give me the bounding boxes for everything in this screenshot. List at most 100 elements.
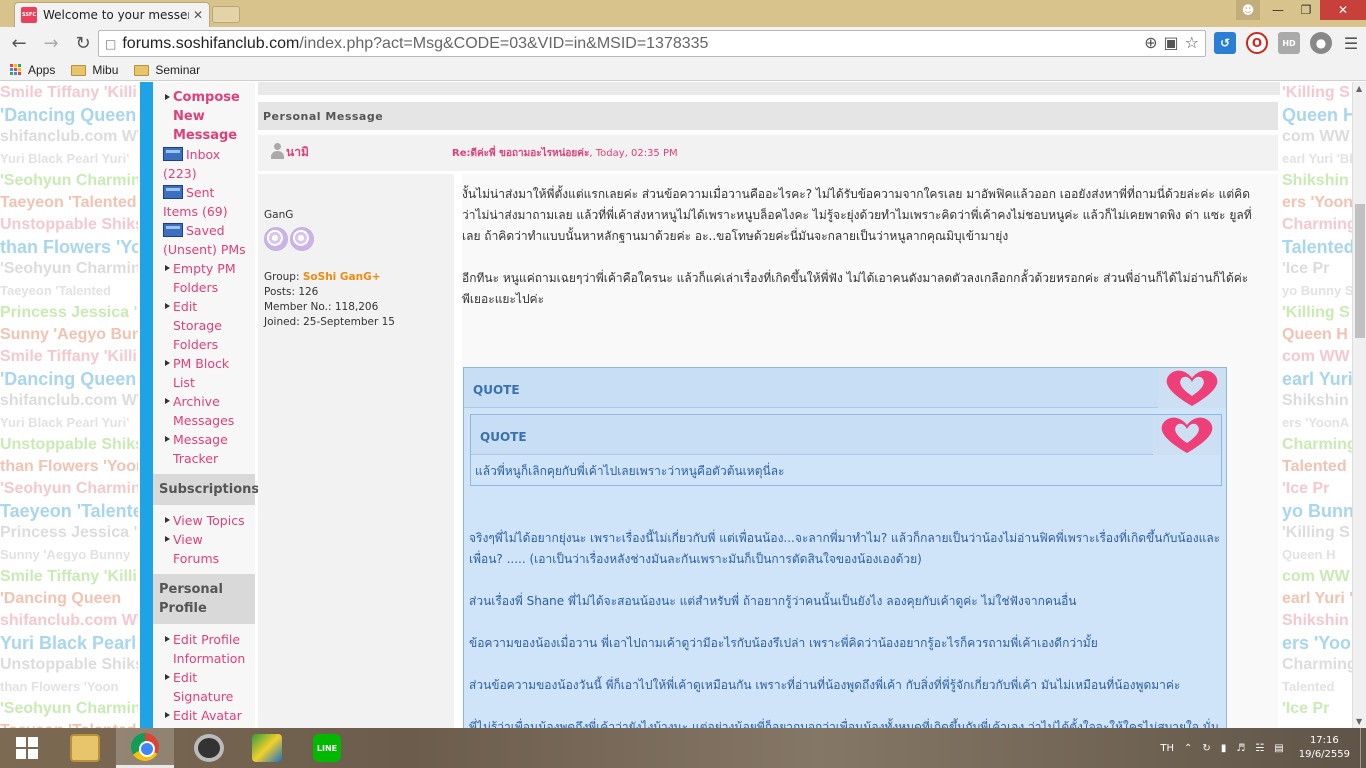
language-indicator[interactable]: TH — [1160, 743, 1174, 754]
browser-toolbar: ← → ↻ □ forums.soshifanclub.com/index.ph… — [0, 27, 1366, 60]
background-text-line: Queen H — [1282, 105, 1352, 125]
background-text-line: 'Dancing Queen — [0, 590, 122, 607]
taskbar-app[interactable] — [180, 728, 238, 768]
background-text-line: Talented — [1282, 458, 1347, 475]
page-scrollbar[interactable]: ▲ ▼ — [1352, 82, 1366, 728]
bookmark-seminar[interactable]: Seminar — [134, 63, 200, 77]
bookmark-star-icon[interactable]: ☆ — [1185, 33, 1199, 52]
poster-name-link[interactable]: นามิ — [286, 143, 309, 162]
background-text-line: Sunny 'Aegyo Bunny — [0, 326, 138, 343]
taskbar-media[interactable] — [238, 728, 296, 768]
close-tab-icon[interactable]: ✕ — [193, 8, 203, 22]
top-strip — [258, 82, 1280, 95]
scrollbar-thumb[interactable] — [1355, 204, 1365, 338]
taskbar-chrome[interactable] — [116, 728, 174, 768]
background-text-line: 'Killing S — [1282, 84, 1350, 101]
background-text-line: 'Seohyun Charming — [0, 260, 138, 277]
browser-tab[interactable]: SSFC Welcome to your messenc ✕ — [14, 2, 210, 27]
forward-button[interactable]: → — [38, 31, 64, 57]
member-posts: Posts: 126 — [264, 286, 319, 298]
background-text-line: Princess Jessica 'Ice — [0, 304, 138, 321]
address-bar[interactable]: □ forums.soshifanclub.com/index.php?act=… — [98, 30, 1206, 57]
heart-logo-icon — [1158, 368, 1226, 408]
background-text-line: ers 'YoonA — [1282, 633, 1352, 653]
mailbox-icon — [163, 147, 183, 161]
edit-signature-link[interactable]: Edit Signature — [163, 668, 249, 706]
background-text-line: Queen H — [1282, 326, 1348, 343]
background-text-line: than Flowers 'Yoon — [0, 679, 119, 694]
rank-badges — [264, 227, 448, 256]
edit-storage-folders-link[interactable]: Edit Storage Folders — [163, 297, 249, 354]
network-icon[interactable]: ☵ — [1255, 743, 1264, 754]
inbox-link[interactable]: Inbox (223) — [163, 145, 249, 183]
edit-profile-link[interactable]: Edit Profile Information — [163, 630, 249, 668]
media-icon — [252, 734, 282, 762]
subscriptions-header: Subscriptions — [153, 474, 259, 505]
start-button[interactable] — [0, 728, 54, 768]
minimize-button[interactable]: — — [1264, 0, 1292, 20]
member-title: GanG — [264, 209, 294, 221]
extension-sync-icon[interactable]: ↺ — [1214, 32, 1236, 54]
quote-text: จริงๆพี่ไม่ได้อยากยุ่งนะ เพราะเรื่องนี้ไ… — [469, 528, 1225, 728]
personal-profile-header: Personal Profile — [153, 574, 255, 624]
edit-avatar-link[interactable]: Edit Avatar Settings — [163, 706, 249, 728]
sent-items-link[interactable]: Sent Items (69) — [163, 183, 249, 221]
reload-button[interactable]: ↻ — [70, 31, 96, 57]
member-number: Member No.: 118,206 — [264, 301, 379, 313]
background-pattern-right: 'Killing S Queen H com WW earl Yuri 'Bl Shik… — [1282, 82, 1352, 728]
background-text-line: 'Killing S — [1282, 304, 1350, 321]
line-icon: LINE — [313, 734, 341, 762]
message-body: งั้นไม่น่าส่งมาให้พี่ตั้งแต่แรกเลยค่ะ ส่… — [462, 174, 1278, 728]
background-text-line: 'Dancing Queen — [0, 369, 137, 389]
background-text-line: Yuri Black Pearl Yuri' — [0, 151, 130, 166]
opera-extension-icon[interactable]: O — [1246, 32, 1268, 54]
translate-icon[interactable]: ▣ — [1164, 33, 1179, 52]
background-text-line: Shikshin 'Sh — [1282, 612, 1352, 629]
background-text-line: Taeyeon 'Talented — [0, 194, 137, 211]
site-favicon-icon: SSFC — [21, 7, 37, 23]
nested-quote-header: QUOTE — [471, 415, 1221, 455]
close-window-button[interactable]: ✕ — [1320, 0, 1366, 20]
view-forums-link[interactable]: View Forums — [163, 530, 249, 568]
pm-block-list-link[interactable]: PM Block List — [163, 354, 249, 392]
hd-extension-icon[interactable]: HD — [1278, 32, 1300, 54]
bookmark-apps[interactable]: Apps — [10, 63, 55, 77]
page-info-icon[interactable]: □ — [105, 37, 116, 51]
personal-message-header: Personal Message — [258, 102, 1278, 130]
message-tracker-link[interactable]: Message Tracker — [163, 430, 249, 468]
zoom-icon[interactable]: ⊕ — [1144, 33, 1157, 52]
taskbar-file-explorer[interactable] — [56, 728, 114, 768]
battery-icon[interactable]: ▮ — [1221, 743, 1227, 754]
bookmark-mibu[interactable]: Mibu — [71, 63, 118, 77]
chrome-menu-icon[interactable]: ☰ — [1340, 32, 1362, 54]
new-tab-button[interactable] — [212, 6, 240, 23]
compose-new-message-link[interactable]: Compose New Message — [163, 88, 249, 145]
message-content: Personal Message นามิ Re:ดีค่ะพี่ ขอถามอ… — [258, 82, 1280, 728]
saved-pms-link[interactable]: Saved (Unsent) PMs — [163, 221, 249, 259]
maximize-button[interactable]: ❐ — [1292, 0, 1320, 20]
clock[interactable]: 17:16 19/6/2559 — [1299, 734, 1350, 762]
apps-grid-icon — [10, 64, 22, 76]
background-text-line: com WW — [1282, 568, 1350, 585]
sidebar-accent-bar — [140, 82, 153, 728]
globe-extension-icon[interactable]: ● — [1310, 32, 1332, 54]
empty-pm-folders-link[interactable]: Empty PM Folders — [163, 259, 249, 297]
windows-taskbar: LINE TH ⌃ ↻ ▮ ♬ ☵ ▤ 17:16 19/6/2559 — [0, 728, 1366, 768]
candy-badge-icon — [264, 227, 288, 251]
archive-messages-link[interactable]: Archive Messages — [163, 392, 249, 430]
background-text-line: Charming — [1282, 656, 1352, 673]
sync-icon[interactable]: ↻ — [1202, 743, 1210, 754]
volume-icon[interactable]: ♬ — [1236, 743, 1245, 754]
taskbar-line[interactable]: LINE — [298, 728, 356, 768]
chevron-up-icon[interactable]: ⌃ — [1184, 743, 1192, 754]
scroll-down-icon[interactable]: ▼ — [1356, 717, 1362, 726]
scroll-up-icon[interactable]: ▲ — [1356, 84, 1362, 93]
action-center-icon[interactable]: ▤ — [1274, 743, 1283, 754]
view-topics-link[interactable]: View Topics — [163, 511, 249, 530]
background-text-line: Sunny 'Aegyo Bunny — [0, 547, 131, 562]
user-profile-icon[interactable]: ☻ — [1236, 0, 1260, 20]
back-button[interactable]: ← — [6, 31, 32, 57]
background-text-line: Yuri Black Pearl Yuri' — [0, 633, 138, 653]
member-group: Group: SoShi GanG+ — [264, 271, 381, 283]
show-desktop-button[interactable] — [1360, 728, 1366, 768]
